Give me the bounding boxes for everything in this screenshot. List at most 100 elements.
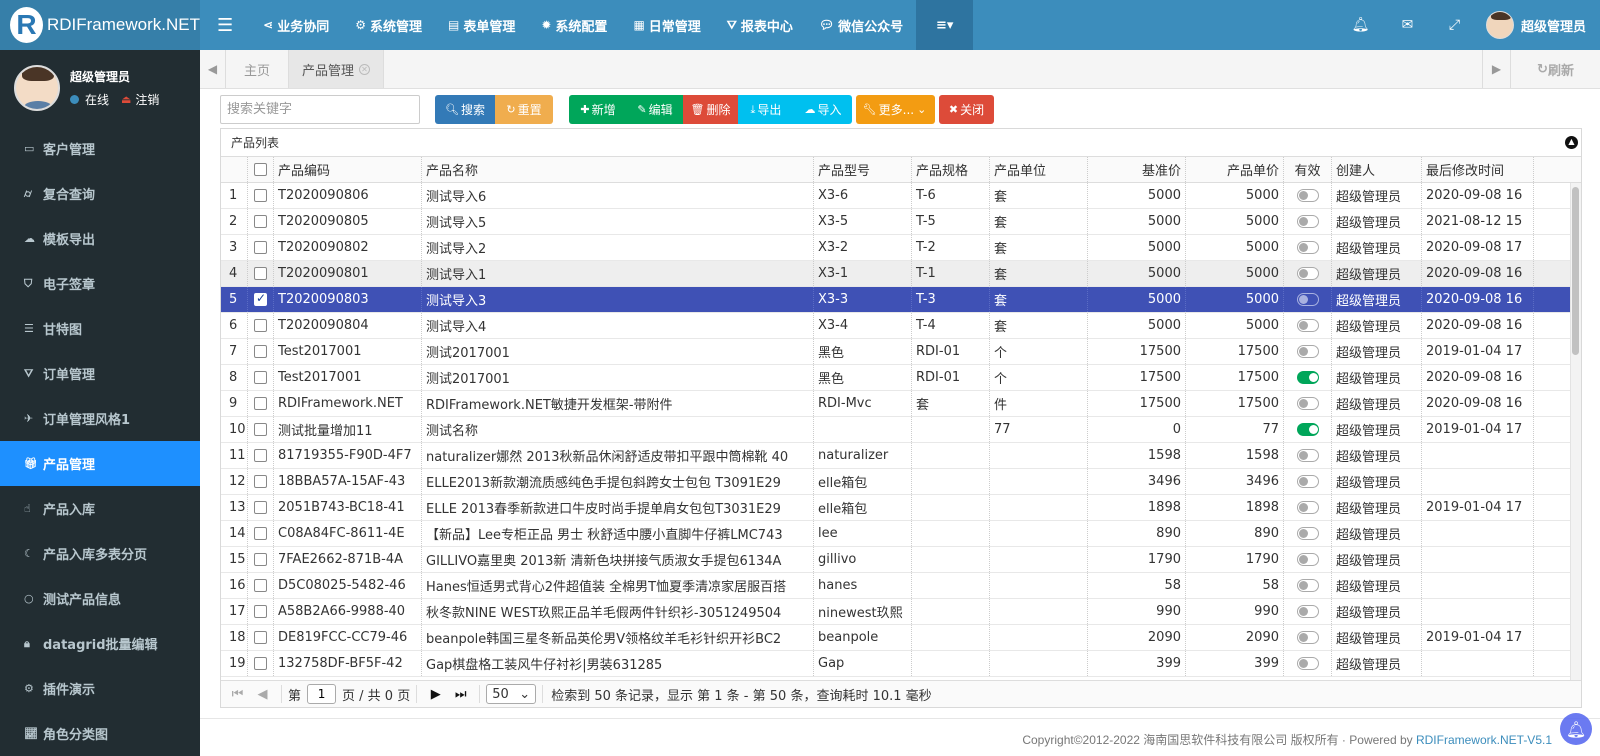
row-checkbox[interactable] [254,527,267,540]
page-number-input[interactable] [307,684,337,704]
row-checkbox[interactable] [254,371,267,384]
select-all-checkbox-cell[interactable] [248,157,274,182]
valid-toggle[interactable] [1296,501,1319,514]
row-checkbox[interactable] [254,267,267,280]
valid-toggle[interactable] [1296,319,1319,332]
table-row[interactable]: 19 132758DF-BF5F-42 Gap棋盘格工装风牛仔衬衫|男装631285… [221,651,1581,677]
topnav-item-1[interactable]: ⚙ 系统管理 [342,0,435,50]
table-row[interactable]: 9 RDIFramework.NET RDIFramework.NET敏捷开发框架-… [221,391,1581,417]
more-dropdown-button[interactable]: 🔧︎ 更多... ⌄ [856,95,935,124]
fullscreen-icon[interactable]: ⤢ [1431,17,1478,33]
column-header-2[interactable]: 产品型号 [814,157,912,182]
topnav-item-5[interactable]: ⛛ 报表中心 [714,0,806,50]
user-menu[interactable]: 超级管理员 [1485,11,1586,39]
add-button[interactable]: ✚ 新增 [569,95,627,124]
row-checkbox-cell[interactable] [248,339,274,364]
row-checkbox-cell[interactable] [248,287,274,312]
valid-toggle[interactable] [1296,241,1319,254]
row-checkbox-cell[interactable] [248,495,274,520]
valid-toggle[interactable] [1296,605,1319,618]
row-checkbox-cell[interactable] [248,209,274,234]
column-header-3[interactable]: 产品规格 [912,157,990,182]
row-checkbox[interactable] [254,241,267,254]
row-checkbox-cell[interactable] [248,469,274,494]
row-checkbox-cell[interactable] [248,651,274,676]
sidebar-item-13[interactable]: 📈︎ 角色分类图 [0,711,200,756]
column-header-8[interactable]: 创建人 [1332,157,1422,182]
row-checkbox-cell[interactable] [248,599,274,624]
sidebar-item-3[interactable]: ⛉ 电子签章 [0,261,200,306]
row-checkbox-cell[interactable] [248,573,274,598]
tab-close-icon[interactable]: ✕ [359,63,370,75]
reset-button[interactable]: ↻ 重置 [495,95,553,124]
prev-page-icon[interactable]: ◀ [250,687,275,702]
select-all-checkbox[interactable] [254,163,267,176]
row-checkbox[interactable] [254,423,267,436]
table-row[interactable]: 14 C08A84FC-8611-4E 【新品】Lee专柜正品 男士 秋舒适中腰小直… [221,521,1581,547]
valid-toggle[interactable] [1296,449,1319,462]
table-row[interactable]: 13 2051B743-BC18-41 ELLE 2013春季新款进口牛皮时尚手提单… [221,495,1581,521]
row-checkbox[interactable] [254,345,267,358]
row-checkbox-cell[interactable] [248,261,274,286]
delete-button[interactable]: 🗑︎ 删除 [683,95,738,124]
sidebar-item-12[interactable]: ⚙ 插件演示 [0,666,200,711]
search-button[interactable]: 🔍︎ 搜索 [435,95,495,124]
row-checkbox[interactable] [254,475,267,488]
valid-toggle[interactable] [1296,553,1319,566]
scrollbar-thumb[interactable] [1572,187,1579,355]
row-checkbox-cell[interactable] [248,443,274,468]
table-row[interactable]: 2 T2020090805 测试导入5 X3-5 T-5 套 5000 5000 超级管理员 20… [221,209,1581,235]
row-checkbox[interactable] [254,501,267,514]
topnav-item-0[interactable]: ⋖ 业务协同 [250,0,342,50]
table-row[interactable]: 17 A58B2A66-9988-40 秋冬款NINE WEST玖熙正品羊毛假两件针… [221,599,1581,625]
sidebar-item-1[interactable]: ⌭ 复合查询 [0,171,200,216]
last-page-icon[interactable]: ⏭ [448,687,473,702]
export-button[interactable]: ⤓ 导出 [738,95,794,124]
row-checkbox-cell[interactable] [248,547,274,572]
valid-toggle[interactable] [1296,475,1319,488]
sidebar-item-5[interactable]: ⛛ 订单管理 [0,351,200,396]
valid-toggle[interactable] [1296,527,1319,540]
table-row[interactable]: 5T2020090803测试导入3X3-3T-3套50005000超级管理员20… [221,287,1581,313]
row-checkbox[interactable] [254,189,267,202]
sidebar-item-11[interactable]: 🔒︎ datagrid批量编辑 [0,621,200,666]
column-header-5[interactable]: 基准价 [1088,157,1186,182]
vertical-scrollbar[interactable] [1570,183,1581,681]
table-row[interactable]: 15 7FAE2662-871B-4A GILLIVO嘉里奥 2013新 清新色块拼… [221,547,1581,573]
column-header-0[interactable]: 产品编码 [274,157,422,182]
row-checkbox[interactable] [254,291,267,306]
sidebar-item-4[interactable]: ☰ 甘特图 [0,306,200,351]
sidebar-item-10[interactable]: ○ 测试产品信息 [0,576,200,621]
table-row[interactable]: 10 测试批量增加11 测试名称 77 0 77 超级管理员 2019-01-04 17 [221,417,1581,443]
topnav-item-4[interactable]: ▦ 日常管理 [620,0,713,50]
valid-toggle[interactable] [1296,267,1319,280]
valid-toggle[interactable] [1296,397,1319,410]
valid-toggle[interactable] [1296,293,1319,306]
bell-icon[interactable]: 🔔︎ [1337,17,1384,33]
topnav-more-dropdown[interactable]: ≡ ▾ [916,0,974,50]
row-checkbox-cell[interactable] [248,625,274,650]
row-checkbox[interactable] [254,631,267,644]
valid-toggle[interactable] [1296,345,1319,358]
table-row[interactable]: 7 Test2017001 测试2017001 黑色 RDI-01 个 17500 17500… [221,339,1581,365]
tabs-scroll-right-icon[interactable]: ▶ [1482,50,1510,88]
tab-product-management[interactable]: 产品管理 ✕ [288,50,384,88]
table-row[interactable]: 8 Test2017001 测试2017001 黑色 RDI-01 个 17500 17500… [221,365,1581,391]
next-page-icon[interactable]: ▶ [423,687,448,702]
column-header-4[interactable]: 产品单位 [990,157,1088,182]
row-checkbox-cell[interactable] [248,521,274,546]
close-button[interactable]: ✖ 关闭 [939,95,994,124]
row-checkbox[interactable] [254,657,267,670]
row-checkbox[interactable] [254,553,267,566]
row-checkbox[interactable] [254,579,267,592]
table-row[interactable]: 3 T2020090802 测试导入2 X3-2 T-2 套 5000 5000 超级管理员 20… [221,235,1581,261]
sidebar-item-9[interactable]: ☾ 产品入库多表分页 [0,531,200,576]
logout-link[interactable]: 注销 [135,91,159,108]
column-header-7[interactable]: 有效 [1284,157,1332,182]
envelope-icon[interactable]: ✉ [1384,17,1431,33]
row-checkbox-cell[interactable] [248,391,274,416]
search-input[interactable] [220,95,420,124]
sidebar-item-8[interactable]: ☝ 产品入库 [0,486,200,531]
table-row[interactable]: 1 T2020090806 测试导入6 X3-6 T-6 套 5000 5000 超级管理员 20… [221,183,1581,209]
valid-toggle[interactable] [1296,579,1319,592]
